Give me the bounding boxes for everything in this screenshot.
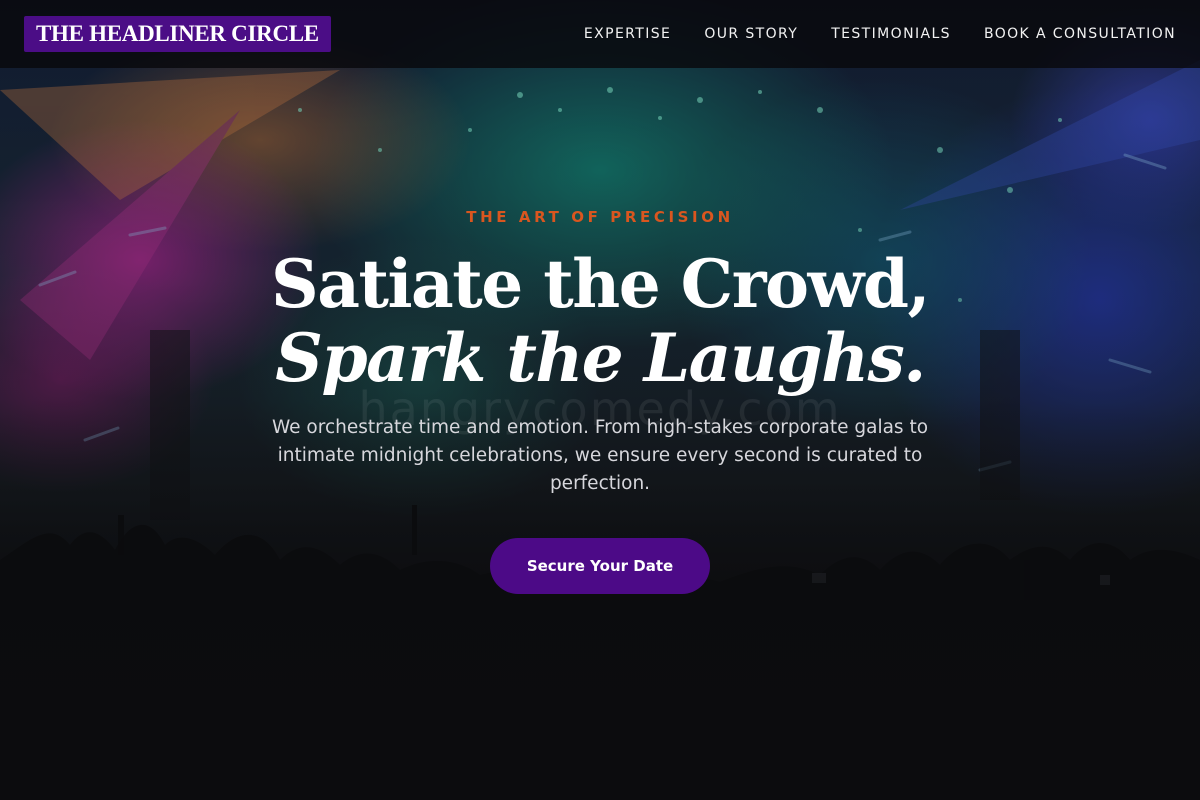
hero-headline-line-2: Spark the Laughs. (275, 319, 926, 397)
nav-links: EXPERTISE OUR STORY TESTIMONIALS BOOK A … (584, 26, 1176, 42)
brand-logo[interactable]: THE HEADLINER CIRCLE (24, 16, 331, 52)
nav-link-testimonials[interactable]: TESTIMONIALS (831, 26, 951, 42)
hero-headline-line-1: Satiate the Crowd, (271, 245, 930, 323)
nav-link-our-story[interactable]: OUR STORY (704, 26, 798, 42)
top-navigation: THE HEADLINER CIRCLE EXPERTISE OUR STORY… (0, 0, 1200, 68)
hero-eyebrow: THE ART OF PRECISION (466, 208, 734, 226)
hero-description: We orchestrate time and emotion. From hi… (271, 417, 929, 494)
nav-link-expertise[interactable]: EXPERTISE (584, 26, 671, 42)
nav-link-book-consultation[interactable]: BOOK A CONSULTATION (984, 26, 1176, 42)
secure-your-date-button[interactable]: Secure Your Date (490, 538, 710, 594)
